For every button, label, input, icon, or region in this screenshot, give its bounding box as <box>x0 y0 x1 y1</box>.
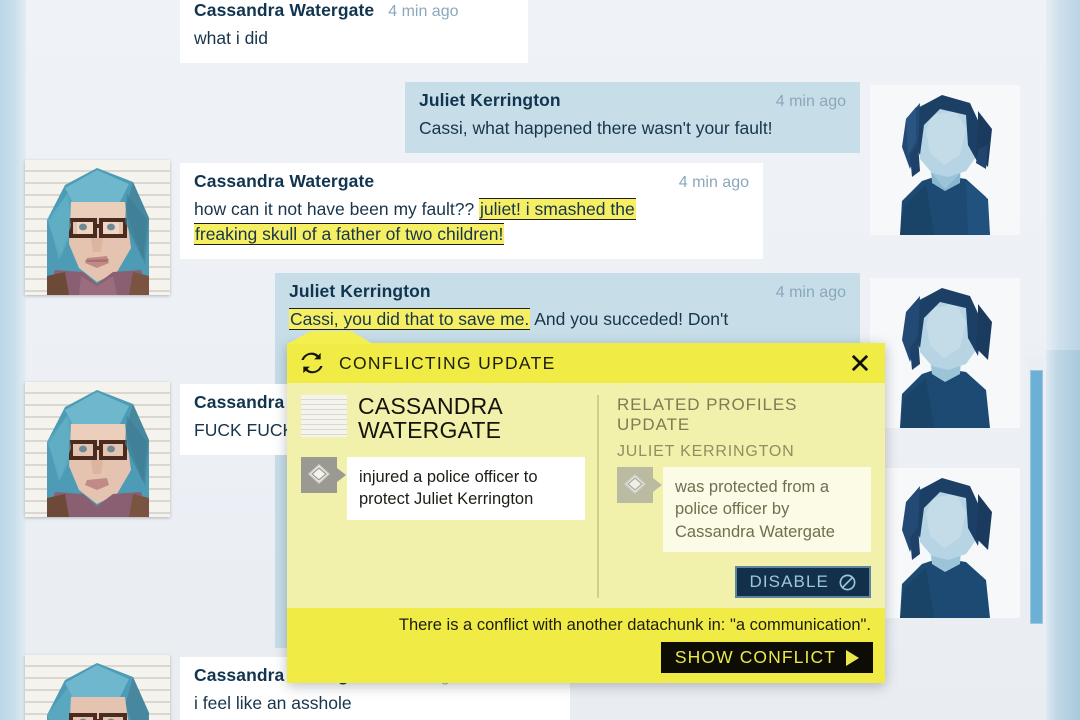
close-icon[interactable] <box>847 350 873 376</box>
dialog-footer: There is a conflict with another datachu… <box>287 608 885 684</box>
message-text-highlighted: freaking skull of a father of two childr… <box>194 222 505 245</box>
dialog-related-column: RELATED PROFILES UPDATE JULIET KERRINGTO… <box>597 395 871 599</box>
profile-thumbnail <box>301 395 347 437</box>
message-bubble[interactable]: Juliet Kerrington 4 min ago Cassi, what … <box>405 82 860 153</box>
avatar-cassandra-2 <box>25 382 170 517</box>
silhouette-photo <box>870 278 1020 428</box>
message-text-plain: how can it not have been my fault?? <box>194 199 480 219</box>
message-header: Cassandra Watergate 4 min ago <box>194 0 514 21</box>
portrait-juliet <box>870 468 1020 618</box>
silhouette-photo <box>870 85 1020 235</box>
diamond-icon <box>307 463 331 484</box>
right-edge-panel-lower <box>1046 350 1080 720</box>
datachunk-icon-tail <box>337 467 346 482</box>
related-profiles-title: RELATED PROFILES UPDATE <box>617 395 798 434</box>
related-person-name: JULIET KERRINGTON <box>617 443 795 460</box>
dialog-header: CONFLICTING UPDATE <box>287 343 885 383</box>
chat-screen: Cassandra Watergate 4 min ago what i did… <box>0 0 1080 720</box>
datachunk-text: injured a police officer to protect Juli… <box>347 456 585 520</box>
message-author: Juliet Kerrington <box>419 90 561 110</box>
play-triangle-icon <box>846 649 859 666</box>
sync-icon <box>301 352 323 374</box>
avatar-juliet-1 <box>870 85 1020 235</box>
message-author: Juliet Kerrington <box>289 281 431 301</box>
silhouette-photo <box>870 468 1020 618</box>
datachunk-icon-tail <box>653 478 662 492</box>
portrait-juliet <box>870 85 1020 235</box>
conflicting-update-dialog: CONFLICTING UPDATE CASSANDRA WATERGATE i… <box>287 331 885 684</box>
avatar-cassandra-1 <box>25 160 170 295</box>
message-author: Cassandra Watergate <box>194 0 375 20</box>
datachunk-primary[interactable]: injured a police officer to protect Juli… <box>301 456 585 520</box>
avatar-cassandra-3 <box>25 655 170 720</box>
mugshot-lines <box>301 395 347 437</box>
message-text: what i did <box>194 28 268 48</box>
datachunk-icon <box>301 456 346 499</box>
message-text: Cassi, what happened there wasn't your f… <box>419 118 773 138</box>
portrait-cassandra <box>47 663 149 720</box>
message-author: Cassandra Watergate <box>194 171 375 191</box>
mugshot-photo <box>25 382 170 517</box>
dialog-body: CASSANDRA WATERGATE injured a police off… <box>287 383 885 609</box>
no-entry-icon <box>839 574 856 591</box>
message-time: 4 min ago <box>678 174 749 191</box>
datachunk-icon <box>617 467 662 509</box>
message-text: i feel like an asshole <box>194 693 352 713</box>
message-bubble[interactable]: Cassandra Watergate 4 min ago how can it… <box>180 163 763 259</box>
profile-name: CASSANDRA WATERGATE <box>358 393 502 443</box>
datachunk-text: was protected from a police officer by C… <box>663 467 871 553</box>
mugshot-photo <box>25 655 170 720</box>
message-text: how can it not have been my fault?? juli… <box>194 197 749 247</box>
conflict-message: There is a conflict with another datachu… <box>398 616 871 635</box>
message-text-plain: And you succeded! Don't <box>530 309 729 329</box>
dialog-primary-column: CASSANDRA WATERGATE injured a police off… <box>301 393 597 598</box>
avatar-juliet-3 <box>870 468 1020 618</box>
message-header: Juliet Kerrington 4 min ago <box>419 90 846 111</box>
mugshot-photo <box>25 160 170 295</box>
message-header: Cassandra Watergate 4 min ago <box>194 171 749 192</box>
datachunk-related[interactable]: was protected from a police officer by C… <box>617 467 871 553</box>
message-time: 4 min ago <box>388 3 459 20</box>
message-bubble[interactable]: Cassandra Watergate 4 min ago what i did <box>180 0 528 63</box>
scrollbar-thumb[interactable] <box>1030 370 1043 624</box>
dialog-title: CONFLICTING UPDATE <box>339 352 556 373</box>
message-header: Juliet Kerrington 4 min ago <box>289 281 846 302</box>
footer-button-row: SHOW CONFLICT <box>299 642 873 674</box>
message-time: 4 min ago <box>775 284 846 301</box>
disable-button[interactable]: DISABLE <box>735 566 871 599</box>
message-time: 4 min ago <box>775 93 846 110</box>
show-conflict-button[interactable]: SHOW CONFLICT <box>660 642 873 674</box>
portrait-cassandra <box>47 168 149 295</box>
disable-button-label: DISABLE <box>749 572 829 592</box>
disable-row: DISABLE <box>617 566 871 599</box>
portrait-juliet <box>870 278 1020 428</box>
left-edge-panel <box>0 0 26 720</box>
show-conflict-label: SHOW CONFLICT <box>674 647 836 668</box>
portrait-cassandra <box>47 390 149 517</box>
message-text-highlighted: juliet! i smashed the <box>479 198 636 220</box>
message-text: Cassi, you did that to save me. And you … <box>289 307 846 332</box>
message-text-highlighted: Cassi, you did that to save me. <box>289 308 531 330</box>
diamond-icon <box>623 474 647 494</box>
avatar-juliet-2 <box>870 278 1020 428</box>
profile-row: CASSANDRA WATERGATE <box>301 393 585 443</box>
